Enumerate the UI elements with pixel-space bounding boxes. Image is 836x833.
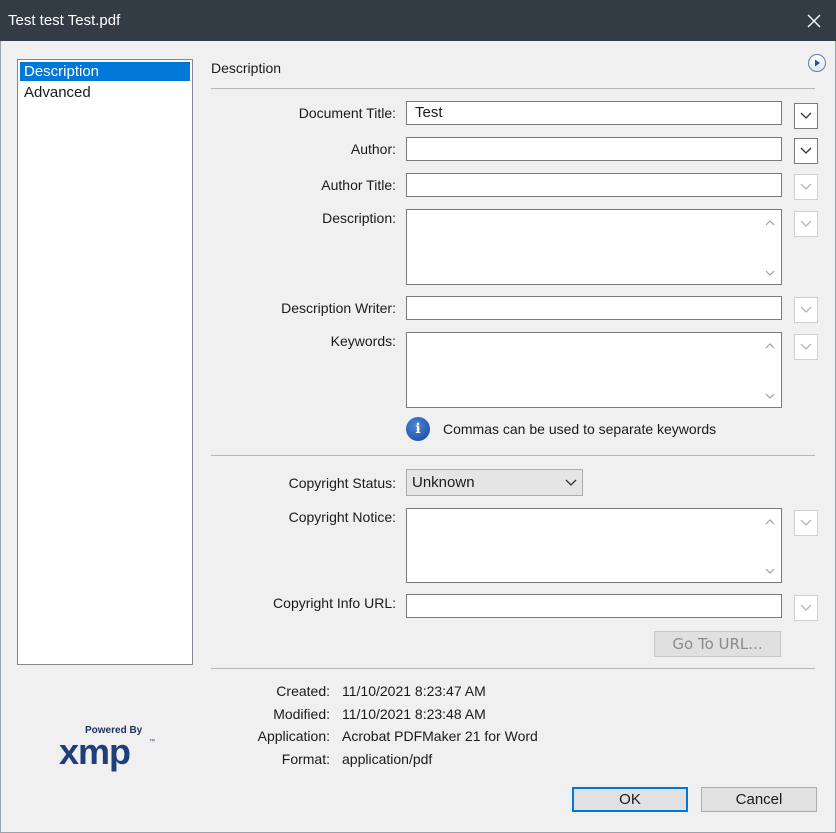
- author-input[interactable]: [406, 137, 782, 161]
- copyright-status-label: Copyright Status:: [288, 475, 396, 491]
- play-arrow-icon: [815, 59, 820, 67]
- description-history-dropdown[interactable]: [794, 211, 818, 237]
- description-label: Description:: [322, 210, 396, 226]
- author-title-input[interactable]: [406, 173, 782, 197]
- divider: [211, 455, 815, 456]
- keywords-hint-text: Commas can be used to separate keywords: [443, 421, 717, 437]
- author-label: Author:: [350, 141, 396, 157]
- format-label: Format:: [281, 751, 330, 767]
- chevron-down-icon: [800, 519, 812, 526]
- scroll-down-icon[interactable]: [765, 268, 775, 278]
- window-title: Test test Test.pdf: [8, 12, 121, 29]
- chevron-down-icon: [800, 147, 812, 154]
- category-item-advanced[interactable]: Advanced: [20, 83, 190, 102]
- chevron-down-icon: [800, 604, 812, 611]
- xmp-logo: Powered By xmp ™: [59, 725, 155, 772]
- chevron-down-icon: [800, 220, 812, 227]
- application-label: Application:: [257, 728, 330, 744]
- chevron-down-icon: [800, 306, 812, 313]
- author-history-dropdown[interactable]: [794, 138, 818, 164]
- copyright-notice-history-dropdown[interactable]: [794, 510, 818, 536]
- description-writer-label: Description Writer:: [281, 300, 396, 316]
- copyright-notice-label: Copyright Notice:: [288, 509, 396, 525]
- created-label: Created:: [276, 683, 330, 699]
- close-button[interactable]: [792, 0, 836, 41]
- category-item-description[interactable]: Description: [20, 62, 190, 81]
- author-title-history-dropdown[interactable]: [794, 174, 818, 200]
- copyright-url-input[interactable]: [406, 594, 782, 618]
- divider: [211, 668, 815, 669]
- keywords-label: Keywords:: [330, 333, 396, 349]
- close-icon: [807, 14, 821, 27]
- copyright-status-select[interactable]: Unknown: [406, 469, 583, 496]
- description-writer-input[interactable]: [406, 296, 782, 320]
- section-title: Description: [211, 60, 282, 76]
- scroll-up-icon[interactable]: [765, 341, 775, 351]
- trademark-mark: ™: [149, 739, 155, 745]
- author-title-label: Author Title:: [321, 177, 396, 193]
- copyright-url-history-dropdown[interactable]: [794, 595, 818, 621]
- document-title-history-dropdown[interactable]: [794, 103, 818, 129]
- keywords-hint: i Commas can be used to separate keyword…: [406, 417, 716, 441]
- title-bar: Test test Test.pdf: [0, 0, 836, 41]
- modified-value: 11/10/2021 8:23:48 AM: [342, 706, 486, 722]
- keywords-history-dropdown[interactable]: [794, 334, 818, 360]
- scroll-up-icon[interactable]: [765, 218, 775, 228]
- document-title-label: Document Title:: [298, 105, 396, 121]
- copyright-url-label: Copyright Info URL:: [273, 595, 396, 611]
- keywords-textarea[interactable]: [406, 332, 782, 408]
- copyright-status-value: Unknown: [412, 474, 475, 491]
- description-writer-history-dropdown[interactable]: [794, 297, 818, 323]
- document-title-input[interactable]: Test: [406, 101, 782, 125]
- divider: [211, 88, 815, 89]
- info-icon: i: [406, 417, 430, 441]
- description-textarea[interactable]: [406, 209, 782, 285]
- cancel-button[interactable]: Cancel: [701, 787, 817, 812]
- modified-label: Modified:: [273, 706, 330, 722]
- chevron-down-icon: [800, 343, 812, 350]
- panel-menu-button[interactable]: [808, 54, 826, 72]
- application-value: Acrobat PDFMaker 21 for Word: [342, 728, 538, 744]
- chevron-down-icon: [800, 183, 812, 190]
- format-value: application/pdf: [342, 751, 433, 767]
- created-value: 11/10/2021 8:23:47 AM: [342, 683, 486, 699]
- chevron-down-icon: [565, 479, 577, 486]
- chevron-down-icon: [800, 112, 812, 119]
- xmp-wordmark: xmp: [59, 731, 131, 772]
- go-to-url-button[interactable]: Go To URL...: [654, 631, 781, 657]
- scroll-up-icon[interactable]: [765, 517, 775, 527]
- dialog-body: Description Advanced Description Documen…: [0, 41, 836, 833]
- scroll-down-icon[interactable]: [765, 391, 775, 401]
- ok-button[interactable]: OK: [572, 787, 688, 812]
- scroll-down-icon[interactable]: [765, 566, 775, 576]
- copyright-notice-textarea[interactable]: [406, 508, 782, 583]
